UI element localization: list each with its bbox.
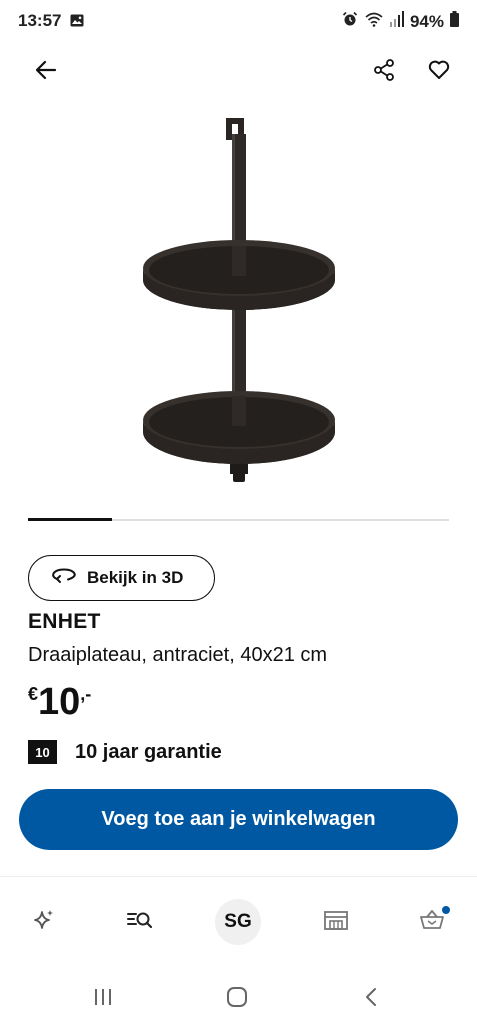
- view-3d-button[interactable]: Bekijk in 3D: [28, 555, 215, 601]
- product-name: ENHET: [28, 610, 101, 633]
- home-icon[interactable]: [222, 984, 252, 1010]
- gallery-icon: [70, 14, 84, 27]
- store-icon: [323, 909, 349, 936]
- price-currency: €: [28, 684, 39, 704]
- bottom-nav: SG: [0, 890, 477, 954]
- add-to-cart-button[interactable]: Voeg toe aan je winkelwagen: [19, 789, 458, 850]
- profile-avatar: SG: [215, 899, 261, 945]
- warranty-text: 10 jaar garantie: [75, 740, 222, 763]
- status-bar: 13:57 94%: [0, 0, 477, 42]
- divider: [0, 876, 477, 877]
- system-back-icon[interactable]: [356, 984, 386, 1010]
- battery-percent: 94%: [409, 11, 444, 31]
- product-description: Draaiplateau, antraciet, 40x21 cm: [28, 644, 328, 666]
- nav-profile[interactable]: SG: [214, 898, 262, 946]
- search-list-icon: [126, 909, 154, 936]
- nav-cart[interactable]: [408, 898, 456, 946]
- wifi-icon: [364, 11, 384, 32]
- share-icon[interactable]: [366, 52, 402, 88]
- warranty: 10 10 jaar garantie: [28, 740, 222, 764]
- status-time: 13:57: [18, 11, 62, 30]
- nav-store[interactable]: [312, 898, 360, 946]
- heart-icon[interactable]: [421, 52, 457, 88]
- nav-search[interactable]: [116, 898, 164, 946]
- battery-icon: [450, 11, 459, 32]
- nav-sparkle[interactable]: [20, 898, 68, 946]
- cart-notification-dot: [442, 906, 450, 914]
- warranty-badge: 10: [28, 740, 57, 764]
- rotate-3d-icon: [51, 567, 77, 590]
- recent-apps-icon[interactable]: [88, 984, 118, 1010]
- alarm-icon: [342, 11, 358, 32]
- product-price: € 10 ,-: [28, 680, 91, 724]
- back-arrow-icon[interactable]: [28, 52, 64, 88]
- carousel-progress: [28, 518, 449, 521]
- product-image[interactable]: [130, 110, 350, 490]
- price-suffix: ,-: [80, 684, 92, 704]
- system-nav: [0, 970, 477, 1024]
- sparkle-icon: [32, 908, 56, 937]
- signal-icon: [389, 11, 404, 32]
- price-integer: 10: [38, 681, 81, 723]
- basket-icon: [419, 909, 445, 936]
- status-icons: 94%: [342, 11, 459, 32]
- top-bar: [0, 52, 477, 88]
- add-to-cart-label: Voeg toe aan je winkelwagen: [101, 808, 376, 830]
- view-3d-label: Bekijk in 3D: [87, 568, 184, 587]
- carousel-progress-thumb: [28, 518, 113, 521]
